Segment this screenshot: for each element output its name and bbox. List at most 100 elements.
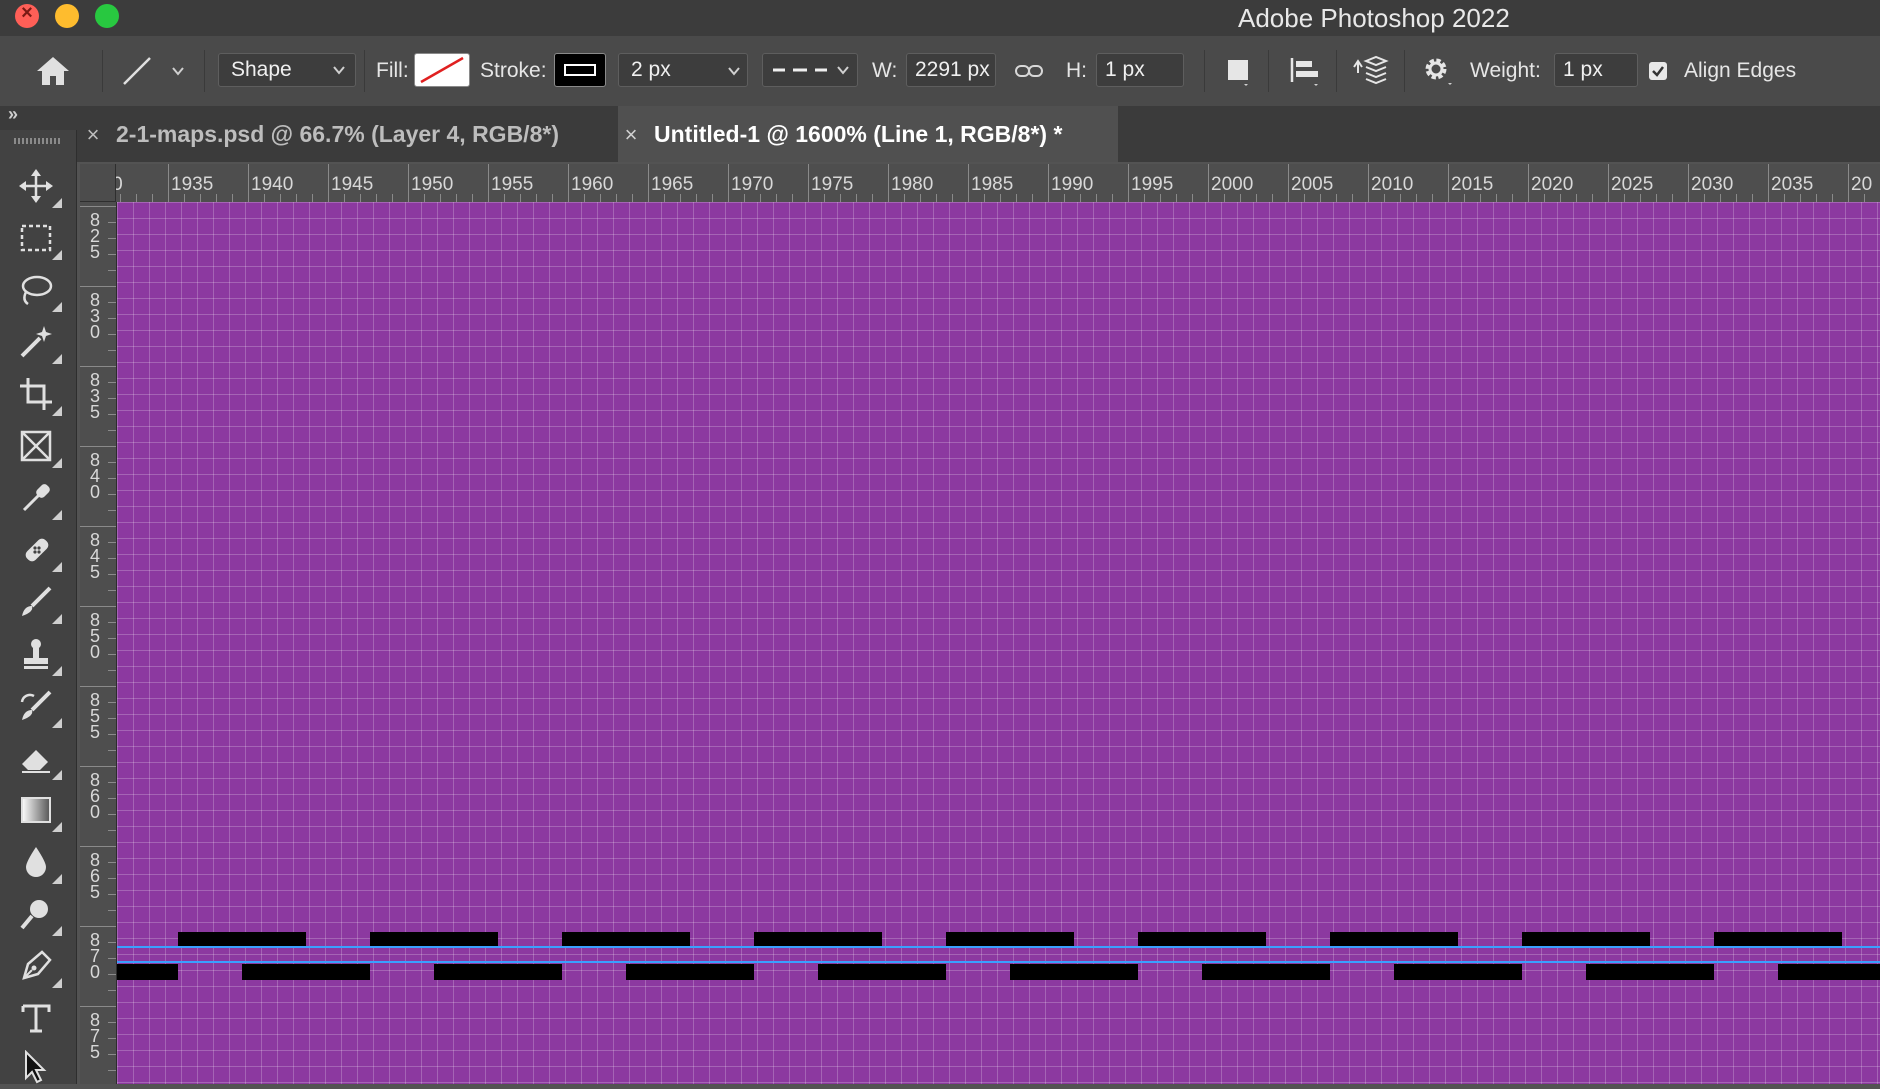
- ruler-minor-tick: [1672, 194, 1673, 202]
- ruler-minor-tick: [600, 194, 601, 202]
- pen-tool-icon[interactable]: [18, 948, 62, 988]
- ruler-minor-tick: [1576, 194, 1577, 202]
- path-arrangement-icon[interactable]: [1350, 36, 1390, 106]
- brush-tool-icon[interactable]: [18, 584, 62, 624]
- ruler-minor-tick: [1160, 194, 1161, 202]
- path-outline[interactable]: [117, 946, 1880, 948]
- dodge-tool-icon[interactable]: [18, 896, 62, 936]
- ruler-tick: [408, 164, 409, 202]
- ruler-minor-tick: [1496, 194, 1497, 202]
- type-tool-icon[interactable]: [18, 1000, 58, 1040]
- ruler-tick: [1848, 164, 1849, 202]
- ruler-tick: [1528, 164, 1529, 202]
- ruler-minor-tick: [936, 194, 937, 202]
- ruler-minor-tick: [108, 670, 116, 671]
- ruler-tick: [248, 164, 249, 202]
- move-tool-icon[interactable]: [18, 168, 62, 208]
- eyedropper-tool-icon[interactable]: [18, 480, 62, 520]
- ruler-minor-tick: [108, 462, 116, 463]
- ruler-origin[interactable]: [80, 164, 116, 202]
- ruler-minor-tick: [108, 430, 116, 431]
- expand-panel-icon[interactable]: »: [8, 104, 18, 125]
- window-close-button[interactable]: [15, 2, 39, 28]
- path-operations-icon[interactable]: [1224, 36, 1254, 106]
- ruler-label: 840: [89, 450, 100, 502]
- ruler-tick: [80, 926, 116, 927]
- close-icon[interactable]: ×: [618, 107, 644, 163]
- ruler-minor-tick: [1320, 194, 1321, 202]
- panel-grip[interactable]: [14, 138, 60, 144]
- align-edges-checkbox[interactable]: [1648, 36, 1668, 106]
- tab-document-1[interactable]: × 2-1-maps.psd @ 66.7% (Layer 4, RGB/8*): [80, 106, 616, 162]
- stroke-type-select[interactable]: [762, 53, 858, 87]
- path-alignment-icon[interactable]: [1288, 36, 1322, 106]
- width-input[interactable]: 2291 px: [906, 53, 996, 87]
- ruler-label: 850: [89, 610, 100, 662]
- ruler-minor-tick: [680, 194, 681, 202]
- horizontal-ruler[interactable]: 930 1935 1940 1945 1950 1955 1960 1965 1970 1975 1…: [116, 164, 1880, 203]
- ruler-minor-tick: [536, 194, 537, 202]
- line-tool-preset-icon[interactable]: [120, 36, 154, 106]
- ruler-minor-tick: [1192, 194, 1193, 202]
- frame-tool-icon[interactable]: [18, 428, 62, 468]
- ruler-minor-tick: [1416, 194, 1417, 202]
- separator: [364, 50, 365, 92]
- blur-tool-icon[interactable]: [18, 844, 62, 884]
- ruler-minor-tick: [108, 574, 116, 575]
- ruler-minor-tick: [108, 1022, 116, 1023]
- ruler-minor-tick: [184, 194, 185, 202]
- weight-input[interactable]: 1 px: [1554, 53, 1638, 87]
- history-brush-tool-icon[interactable]: [18, 688, 62, 728]
- ruler-label: 2010: [1371, 174, 1414, 195]
- ruler-minor-tick: [1144, 194, 1145, 202]
- ruler-minor-tick: [712, 194, 713, 202]
- ruler-minor-tick: [840, 194, 841, 202]
- crop-tool-icon[interactable]: [18, 376, 62, 416]
- vertical-ruler[interactable]: 825 830 835 840 845 850 855 860 865 870 875: [80, 202, 117, 1084]
- stroke-swatch[interactable]: [554, 53, 606, 87]
- ruler-minor-tick: [1352, 194, 1353, 202]
- tool-mode-value: Shape: [231, 58, 292, 81]
- app-title: Adobe Photoshop 2022: [1238, 3, 1510, 33]
- ruler-tick: [888, 164, 889, 202]
- ruler-label: 875: [89, 1010, 100, 1062]
- path-selection-tool-icon[interactable]: [22, 1049, 50, 1089]
- link-icon[interactable]: [1014, 36, 1044, 106]
- chevron-down-icon[interactable]: [726, 36, 742, 106]
- marquee-tool-icon[interactable]: [18, 220, 62, 260]
- ruler-label: 2020: [1531, 174, 1574, 195]
- home-icon[interactable]: [34, 36, 72, 106]
- eraser-tool-icon[interactable]: [18, 740, 62, 780]
- document-canvas[interactable]: [117, 202, 1880, 1084]
- tools-panel: [0, 130, 77, 1084]
- ruler-tick: [1688, 164, 1689, 202]
- tool-mode-select[interactable]: Shape: [218, 53, 356, 87]
- magic-wand-tool-icon[interactable]: [18, 324, 62, 364]
- height-input[interactable]: 1 px: [1096, 53, 1184, 87]
- clone-stamp-tool-icon[interactable]: [18, 636, 62, 676]
- tab-document-2[interactable]: × Untitled-1 @ 1600% (Line 1, RGB/8*) *: [618, 106, 1118, 162]
- window-minimize-button[interactable]: [55, 4, 79, 28]
- chevron-down-icon[interactable]: [170, 36, 186, 106]
- tab-label: Untitled-1 @ 1600% (Line 1, RGB/8*) *: [654, 121, 1063, 147]
- window-zoom-button[interactable]: [95, 4, 119, 28]
- ruler-minor-tick: [504, 194, 505, 202]
- ruler-minor-tick: [108, 718, 116, 719]
- ruler-minor-tick: [108, 734, 116, 735]
- healing-brush-tool-icon[interactable]: [18, 532, 62, 572]
- gradient-tool-icon[interactable]: [18, 792, 62, 832]
- gear-icon[interactable]: [1420, 36, 1456, 106]
- ruler-minor-tick: [108, 878, 116, 879]
- close-icon[interactable]: ×: [80, 107, 106, 163]
- ruler-label: 1980: [891, 174, 934, 195]
- path-outline[interactable]: [117, 961, 1880, 963]
- ruler-minor-tick: [440, 194, 441, 202]
- ruler-minor-tick: [584, 194, 585, 202]
- ruler-minor-tick: [120, 194, 121, 202]
- ruler-label: 2035: [1771, 174, 1814, 195]
- lasso-tool-icon[interactable]: [18, 272, 62, 312]
- fill-swatch[interactable]: [414, 53, 470, 87]
- stroke-label: Stroke:: [480, 59, 547, 82]
- ruler-minor-tick: [1080, 194, 1081, 202]
- ruler-minor-tick: [696, 194, 697, 202]
